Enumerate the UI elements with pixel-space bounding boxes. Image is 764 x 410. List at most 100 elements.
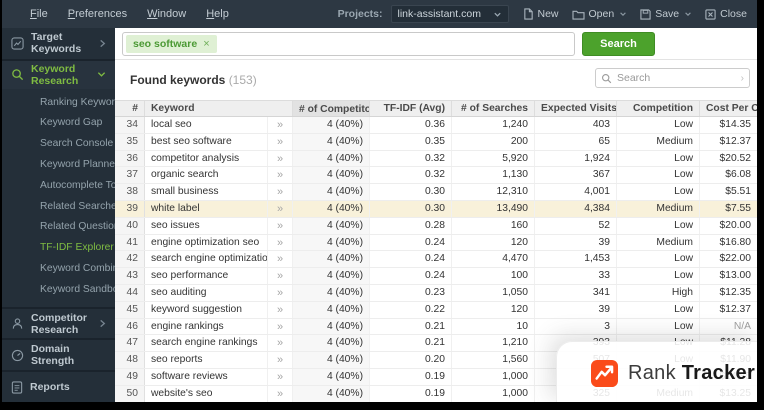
keyword-cell[interactable]: small business	[145, 184, 268, 200]
competitors-cell: 4 (40%)	[293, 217, 370, 234]
column-header-searches[interactable]: # of Searches	[452, 101, 535, 116]
keyword-cell[interactable]: engine optimization seo	[145, 234, 268, 251]
chevron-down-icon[interactable]	[684, 10, 692, 18]
expand-keyword-button[interactable]: »	[268, 234, 293, 251]
keyword-cell[interactable]: seo performance	[145, 268, 268, 284]
new-button[interactable]: New	[523, 8, 559, 20]
keyword-cell[interactable]: seo issues	[145, 217, 268, 234]
keyword-cell[interactable]: search engine optimization seo	[145, 251, 268, 268]
keyword-cell[interactable]: seo auditing	[145, 284, 268, 301]
projects-label: Projects:	[337, 8, 383, 20]
keyword-cell[interactable]: keyword suggestion	[145, 301, 268, 318]
sidebar-subitem-keyword-sandbox[interactable]: Keyword Sandbox	[2, 280, 124, 301]
keyword-cell[interactable]: competitor analysis	[145, 150, 268, 167]
chevron-right-icon	[99, 319, 106, 328]
keyword-cell[interactable]: software reviews	[145, 368, 268, 385]
table-row[interactable]: 41 engine optimization seo» 4 (40%) 0.24 120…	[115, 234, 757, 252]
save-button[interactable]: Save	[640, 8, 692, 20]
table-row[interactable]: 37 organic search» 4 (40%) 0.32 1,130 367 Low $…	[115, 167, 757, 185]
sidebar-item-competitor-research[interactable]: Competitor Research	[2, 306, 115, 339]
sidebar-subitem-autocomplete-tools[interactable]: Autocomplete Tools	[2, 176, 130, 197]
found-keywords-count: (153)	[228, 73, 257, 87]
table-row[interactable]: 36 competitor analysis» 4 (40%) 0.32 5,920 1,…	[115, 150, 757, 168]
keyword-cell[interactable]: seo reports	[145, 352, 268, 368]
row-number: 41	[115, 234, 145, 251]
sidebar-subitem-search-console[interactable]: Search Console	[2, 134, 115, 155]
row-number: 48	[115, 352, 145, 368]
table-row[interactable]: 44 seo auditing» 4 (40%) 0.23 1,050 341 High $1…	[115, 284, 757, 302]
menu-item-file[interactable]: File	[30, 8, 48, 20]
sidebar-subitem-related-questions[interactable]: Related Questions	[2, 217, 125, 238]
sidebar-subitem-keyword-planner[interactable]: Keyword Planner	[2, 155, 118, 176]
expand-keyword-button[interactable]: »	[268, 318, 293, 335]
expand-keyword-button[interactable]: »	[268, 184, 293, 200]
menu-item-window[interactable]: Window	[147, 8, 186, 20]
table-row[interactable]: 40 seo issues» 4 (40%) 0.28 160 52 Low $20.00	[115, 217, 757, 235]
table-row[interactable]: 35 best seo software» 4 (40%) 0.35 200 65 Medi…	[115, 133, 757, 151]
keyword-tags-input[interactable]: seo software ×	[122, 31, 575, 56]
tfidf-cell: 0.35	[370, 133, 452, 150]
expand-keyword-button[interactable]: »	[268, 167, 293, 184]
expand-keyword-button[interactable]: »	[268, 217, 293, 234]
sidebar-subitem-ranking-keywords[interactable]: Ranking Keywords	[2, 93, 126, 114]
sidebar-subitem-related-searches[interactable]: Related Searches	[2, 197, 122, 218]
keyword-cell[interactable]: organic search	[145, 167, 268, 184]
new-file-icon	[523, 8, 534, 20]
sidebar-subitem-keyword-combinations[interactable]: Keyword Combinations	[2, 259, 146, 280]
menu-item-help[interactable]: Help	[206, 8, 229, 20]
sidebar-item-keyword-research[interactable]: Keyword Research	[2, 60, 115, 89]
column-header-keyword[interactable]: Keyword	[145, 101, 293, 116]
sidebar-item-domain-strength[interactable]: Domain Strength	[2, 338, 115, 370]
sidebar-item-target-keywords[interactable]: Target Keywords	[2, 28, 115, 61]
expand-keyword-button[interactable]: »	[268, 301, 293, 318]
column-header-competitors[interactable]: # of Competitors ▼	[293, 101, 370, 116]
expand-keyword-button[interactable]: »	[268, 284, 293, 301]
column-header-cost-per-click[interactable]: Cost Per Click	[700, 101, 757, 116]
tfidf-cell: 0.30	[370, 184, 452, 200]
expand-keyword-button[interactable]: »	[268, 268, 293, 284]
keyword-cell[interactable]: engine rankings	[145, 318, 268, 335]
expand-keyword-button[interactable]: »	[268, 352, 293, 368]
chevron-down-icon[interactable]	[619, 10, 627, 18]
column-header-number[interactable]: #	[115, 101, 145, 116]
project-select[interactable]: link-assistant.com	[390, 5, 509, 23]
open-button[interactable]: Open	[571, 8, 628, 20]
cost-per-click-cell: $14.35	[719, 119, 752, 130]
table-row[interactable]: 38 small business» 4 (40%) 0.30 12,310 4,001 L…	[115, 184, 757, 201]
keyword-cell[interactable]: search engine rankings	[145, 335, 268, 352]
expand-keyword-button[interactable]: »	[268, 251, 293, 268]
tfidf-cell: 0.19	[370, 385, 452, 402]
keyword-cell[interactable]: white label	[145, 200, 268, 217]
expand-keyword-button[interactable]: »	[268, 133, 293, 150]
column-header-expected-visits[interactable]: Expected Visits	[535, 101, 617, 116]
search-button[interactable]: Search	[582, 31, 655, 56]
expand-keyword-button[interactable]: »	[268, 385, 293, 402]
table-row[interactable]: 42search engine optimization seo»4 (40%)…	[115, 251, 757, 269]
keyword-cell[interactable]: best seo software	[145, 133, 268, 150]
expand-keyword-button[interactable]: »	[268, 335, 293, 352]
expand-keyword-button[interactable]: »	[268, 117, 293, 133]
table-row[interactable]: 45 keyword suggestion» 4 (40%) 0.22 120 39 Low…	[115, 301, 757, 319]
keyword-cell[interactable]: website's seo	[145, 385, 268, 402]
searches-cell: 10	[452, 318, 535, 335]
menu-item-preferences[interactable]: Preferences	[68, 8, 127, 20]
expand-keyword-button[interactable]: »	[268, 368, 293, 385]
column-header-competition[interactable]: Competition	[617, 101, 700, 116]
menu-items: File Preferences Window Help	[2, 8, 229, 20]
sidebar-item-reports[interactable]: Reports	[2, 370, 115, 402]
sidebar-subitem-keyword-gap[interactable]: Keyword Gap	[2, 113, 115, 134]
searches-cell: 1,000	[452, 368, 535, 385]
sidebar-item-label: Keyword Research	[31, 62, 79, 87]
sidebar-subitem-tf-idf-explorer[interactable]: TF-IDF Explorer	[2, 238, 115, 259]
expand-keyword-button[interactable]: »	[268, 150, 293, 167]
table-row[interactable]: 46 engine rankings» 4 (40%) 0.21 10 3 Low N/A	[115, 318, 757, 336]
table-row[interactable]: 43 seo performance» 4 (40%) 0.24 100 33 Low $13…	[115, 268, 757, 285]
table-filter-input[interactable]: Search ›	[595, 68, 750, 88]
column-header-tfidf[interactable]: TF-IDF (Avg)	[370, 101, 452, 116]
table-row[interactable]: 39 white label» 4 (40%) 0.30 13,490 4,384 Medi…	[115, 200, 757, 218]
remove-tag-icon[interactable]: ×	[203, 38, 209, 50]
expand-keyword-button[interactable]: »	[268, 200, 293, 217]
close-button[interactable]: Close	[705, 8, 747, 20]
table-row[interactable]: 34 local seo» 4 (40%) 0.36 1,240 403 Low $14.35	[115, 117, 757, 134]
keyword-cell[interactable]: local seo	[145, 117, 268, 133]
